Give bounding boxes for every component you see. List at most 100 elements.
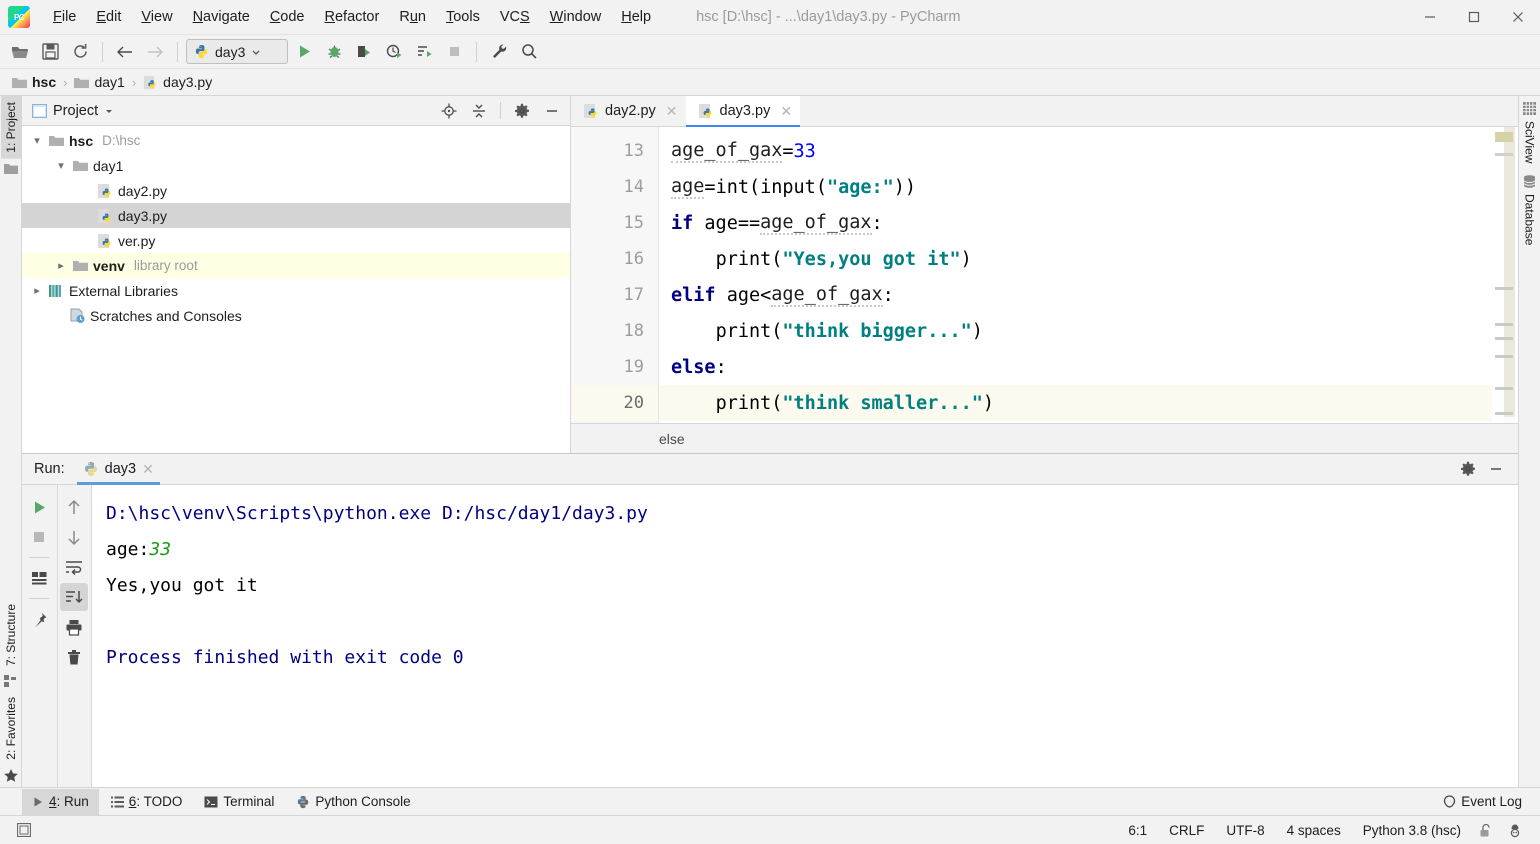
menu-tools[interactable]: Tools [437, 5, 489, 29]
tree-item-day3[interactable]: day3.py [22, 203, 570, 228]
run-icon[interactable] [290, 39, 318, 65]
unlocked-icon[interactable] [1472, 823, 1500, 838]
menu-view[interactable]: View [132, 5, 181, 29]
breadcrumb-item-hsc[interactable]: hsc [8, 72, 60, 92]
menu-run[interactable]: Run [390, 5, 435, 29]
sidebar-item-project[interactable]: 1: Project [0, 96, 21, 159]
editor-breadcrumb[interactable]: else [571, 423, 1518, 453]
chevron-right-icon[interactable]: ▸ [54, 259, 68, 272]
back-arrow-icon[interactable] [111, 39, 139, 65]
run-configuration-selector[interactable]: day3 [186, 39, 288, 64]
tree-item-scratches[interactable]: Scratches and Consoles [22, 303, 570, 328]
line-separator[interactable]: CRLF [1158, 823, 1215, 838]
sidebar-item-structure[interactable]: 7: Structure [1, 598, 21, 672]
soft-wrap-icon[interactable] [60, 553, 88, 581]
locate-icon[interactable] [437, 100, 461, 122]
gear-icon[interactable] [510, 100, 534, 122]
file-encoding[interactable]: UTF-8 [1215, 823, 1275, 838]
pin-icon[interactable] [25, 605, 53, 633]
toolbar-separator [102, 41, 103, 62]
scrollbar-thumb[interactable] [1504, 127, 1515, 417]
sidebar-item-database[interactable]: Database [1520, 188, 1540, 251]
run-tab-day3[interactable]: day3 ✕ [76, 454, 161, 485]
run-configuration-name: day3 [215, 43, 246, 60]
sciview-tab-label: SciView [1522, 121, 1537, 164]
bottom-tab-todo[interactable]: 6: TODO [101, 789, 193, 815]
gutter-marker-warning[interactable] [1495, 132, 1513, 142]
chevron-down-icon[interactable] [104, 106, 114, 116]
editor-area[interactable]: 13 14 15 16 17 18 19 20 age_of_gax = 33 ag… [571, 127, 1518, 423]
collapse-all-icon[interactable] [467, 100, 491, 122]
save-icon[interactable] [36, 39, 64, 65]
tab-day3-py[interactable]: day3.py ✕ [685, 96, 801, 127]
menu-file[interactable]: File [44, 5, 85, 29]
menu-code[interactable]: Code [261, 5, 314, 29]
maximize-button[interactable] [1452, 0, 1496, 35]
minimize-icon[interactable] [540, 100, 564, 122]
minimize-icon[interactable] [1484, 458, 1508, 480]
sidebar-item-sciview[interactable]: SciView [1520, 115, 1540, 169]
tree-item-hsc[interactable]: ▾ hsc D:\hsc [22, 128, 570, 153]
code-content[interactable]: age_of_gax = 33 age = int(input("age:")) if … [659, 127, 1492, 423]
wrench-icon[interactable] [485, 39, 513, 65]
tree-item-label: day3.py [118, 207, 168, 224]
run-with-coverage-icon[interactable] [350, 39, 378, 65]
tree-item-day2[interactable]: day2.py [22, 178, 570, 203]
close-icon[interactable]: ✕ [142, 461, 154, 478]
gear-icon[interactable] [1456, 458, 1480, 480]
layout-icon[interactable] [25, 564, 53, 592]
search-icon[interactable] [515, 39, 543, 65]
python-interpreter[interactable]: Python 3.8 (hsc) [1352, 823, 1472, 838]
breadcrumb-item-day1[interactable]: day1 [70, 72, 128, 92]
tree-item-sublabel: D:\hsc [102, 133, 141, 148]
bottom-tab-terminal[interactable]: Terminal [194, 789, 284, 815]
bottom-tab-python-console[interactable]: Python Console [286, 789, 420, 815]
close-button[interactable] [1496, 0, 1540, 35]
run-all-icon[interactable] [410, 39, 438, 65]
breadcrumb-item-day3[interactable]: day3.py [139, 72, 216, 92]
arrow-up-icon[interactable] [60, 493, 88, 521]
tree-item-day1[interactable]: ▾ day1 [22, 153, 570, 178]
tab-day2-py[interactable]: day2.py ✕ [571, 96, 686, 126]
minimize-button[interactable] [1408, 0, 1452, 35]
menu-vcs[interactable]: VCS [491, 5, 539, 29]
forward-arrow-icon[interactable] [141, 39, 169, 65]
tree-item-ver[interactable]: ver.py [22, 228, 570, 253]
editor-scrollbar[interactable] [1492, 127, 1518, 423]
bottom-tab-label: Python Console [315, 794, 411, 809]
close-icon[interactable]: ✕ [780, 103, 792, 120]
chevron-right-icon[interactable]: ▸ [30, 284, 44, 297]
arrow-down-icon[interactable] [60, 523, 88, 551]
toggle-panels-icon[interactable] [10, 823, 38, 837]
python-file-icon [584, 104, 597, 118]
scroll-to-end-icon[interactable] [60, 583, 89, 611]
scratches-icon [70, 308, 85, 323]
hector-inspector-icon[interactable] [1500, 823, 1530, 838]
close-icon[interactable]: ✕ [666, 103, 678, 120]
menu-edit[interactable]: Edit [87, 5, 130, 29]
indent-setting[interactable]: 4 spaces [1276, 823, 1352, 838]
tree-item-venv[interactable]: ▸ venv library root [22, 253, 570, 278]
run-console-output[interactable]: D:\hsc\venv\Scripts\python.exe D:/hsc/da… [92, 485, 1518, 787]
stop-icon[interactable] [440, 39, 468, 65]
bottom-tab-run[interactable]: 4: Run [22, 788, 99, 815]
rerun-icon[interactable] [25, 493, 53, 521]
menu-refactor[interactable]: Refactor [316, 5, 389, 29]
print-icon[interactable] [60, 613, 88, 641]
caret-position[interactable]: 6:1 [1117, 823, 1158, 838]
menu-navigate[interactable]: Navigate [184, 5, 259, 29]
refresh-icon[interactable] [66, 39, 94, 65]
debug-icon[interactable] [320, 39, 348, 65]
menu-window[interactable]: Window [541, 5, 611, 29]
tree-item-external-libraries[interactable]: ▸ External Libraries [22, 278, 570, 303]
chevron-down-icon[interactable]: ▾ [30, 134, 44, 147]
event-log-button[interactable]: Event Log [1433, 789, 1532, 815]
sidebar-item-favorites[interactable]: 2: Favorites [1, 691, 21, 766]
menu-help[interactable]: Help [612, 5, 660, 29]
stop-icon[interactable] [25, 523, 53, 551]
tab-label: day2.py [605, 103, 656, 119]
profile-icon[interactable] [380, 39, 408, 65]
trash-icon[interactable] [60, 643, 88, 671]
chevron-down-icon[interactable]: ▾ [54, 159, 68, 172]
open-folder-icon[interactable] [6, 39, 34, 65]
